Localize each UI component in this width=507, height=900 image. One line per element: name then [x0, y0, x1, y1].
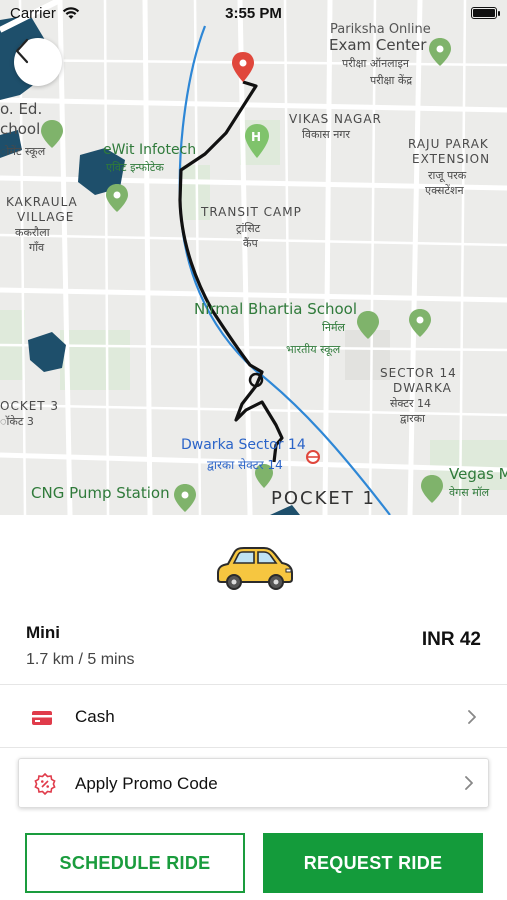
- map-label-raju-park: RAJU PARAK: [408, 137, 489, 151]
- map-label-school-left-2: chool: [0, 120, 41, 138]
- request-ride-button[interactable]: REQUEST RIDE: [263, 833, 483, 893]
- map-label-exam-center-2: Exam Center: [329, 36, 427, 54]
- map-label-exam-center-hi2: परीक्षा केंद्र: [370, 74, 413, 87]
- map-label-transit-camp: TRANSIT CAMP: [201, 205, 302, 219]
- status-bar: Carrier 3:55 PM: [0, 0, 507, 26]
- map-label-vegas-mall-hi: वेगस मॉल: [449, 486, 490, 499]
- map-label-kakraula-2: VILLAGE: [17, 210, 75, 224]
- payment-method-row[interactable]: Cash: [0, 686, 507, 748]
- map-label-dwarka-metro: Dwarka Sector 14: [181, 437, 306, 453]
- map-label-sector14-2: DWARKA: [393, 381, 452, 395]
- map-label-transit-camp-hi: ट्रांसिट: [236, 222, 261, 235]
- wifi-icon: [62, 7, 80, 19]
- map-label-kakraula-hi2: गाँव: [29, 241, 45, 254]
- ride-type-name: Mini: [26, 623, 60, 642]
- map-label-raju-park-2: EXTENSION: [412, 152, 491, 166]
- map-label-pocket3: OCKET 3: [0, 399, 60, 413]
- map-label-school-left: o. Ed.: [0, 100, 43, 118]
- map-label-exam-center-hi: परीक्षा ऑनलाइन: [342, 57, 409, 70]
- ride-fare: INR 42: [421, 629, 481, 650]
- ride-bottom-sheet: Mini 1.7 km / 5 mins INR 42 Cash Apply P…: [0, 515, 507, 900]
- map-label-vikas-nagar-hi: विकास नगर: [302, 128, 350, 141]
- car-icon: [217, 547, 293, 590]
- map-label-school-left-hi: ोमेंट स्कूल: [0, 145, 46, 158]
- map-label-pocket3-hi: ॉकेट 3: [0, 415, 34, 428]
- route-map[interactable]: H Pariksha Online Exam Center परीक्षा ऑन…: [0, 0, 507, 515]
- back-button[interactable]: [14, 38, 62, 86]
- map-label-raju-park-hi2: एक्सटेंशन: [425, 184, 464, 197]
- chevron-left-icon: [15, 38, 29, 64]
- map-label-raju-park-hi: राजू परक: [428, 169, 467, 182]
- battery-icon: [471, 7, 500, 19]
- map-label-kakraula-hi: ककरौला: [15, 226, 50, 239]
- map-label-nirmal-hi2: भारतीय स्कूल: [286, 343, 341, 356]
- map-label-ewit-hi: एविट इन्फोटेक: [106, 161, 164, 174]
- map-label-nirmal-hi: निर्मल: [322, 321, 345, 334]
- ride-option-row[interactable]: Mini 1.7 km / 5 mins INR 42: [0, 611, 507, 685]
- svg-text:H: H: [251, 130, 261, 144]
- map-label-dwarka-metro-hi: द्वारका सेक्टर 14: [207, 458, 283, 472]
- promo-label: Apply Promo Code: [75, 774, 218, 793]
- map-label-pocket1: POCKET 1: [271, 488, 376, 509]
- map-label-sector14: SECTOR 14: [380, 366, 457, 380]
- payment-method-label: Cash: [75, 707, 115, 726]
- map-label-vikas-nagar: VIKAS NAGAR: [289, 112, 382, 126]
- card-icon: [26, 702, 58, 734]
- map-label-transit-camp-hi2: कैंप: [243, 237, 258, 250]
- map-label-kakraula: KAKRAULA: [6, 195, 78, 209]
- ride-distance-time: 1.7 km / 5 mins: [26, 651, 135, 668]
- carrier-label: Carrier: [10, 4, 56, 22]
- chevron-right-icon: [468, 710, 476, 724]
- map-label-nirmal-school: Nirmal Bhartia School: [194, 300, 357, 318]
- map-label-sector14-hi2: द्वारका: [400, 412, 425, 425]
- map-label-cng-pump: CNG Pump Station: [31, 484, 170, 502]
- map-label-vegas-mall: Vegas M: [449, 465, 507, 483]
- map-label-ewit: eWit Infotech: [103, 142, 197, 158]
- discount-badge-icon: [31, 770, 59, 798]
- map-label-sector14-hi: सेक्टर 14: [390, 397, 431, 410]
- schedule-ride-button[interactable]: SCHEDULE RIDE: [25, 833, 245, 893]
- apply-promo-button[interactable]: Apply Promo Code: [18, 758, 489, 808]
- chevron-right-icon: [465, 776, 473, 790]
